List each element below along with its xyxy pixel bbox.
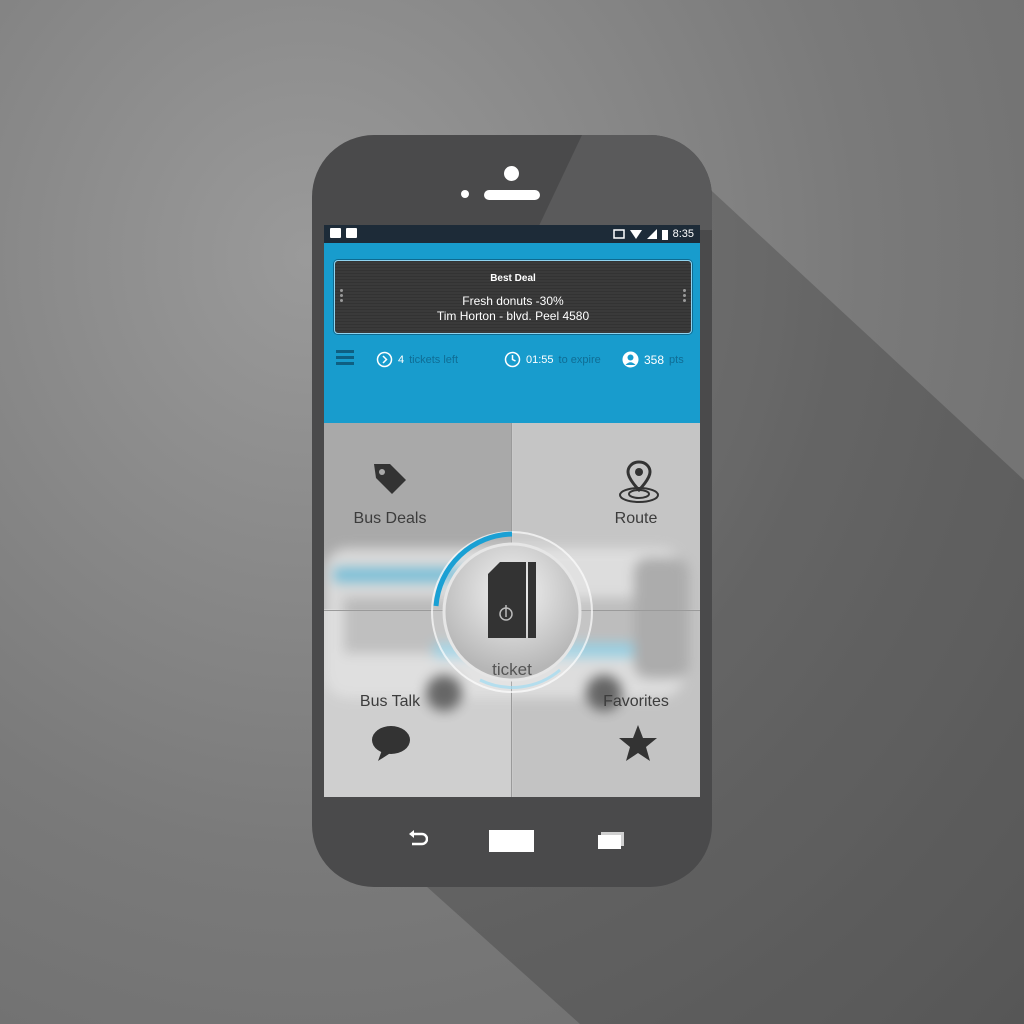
gmail-notification-icon [330,228,341,238]
bus-deals-label: Bus Deals [353,510,427,527]
deal-title: Best Deal [490,273,536,284]
home-button[interactable] [489,830,534,852]
menu-grid: Bus Deals Route Bus Talk Favorites ticke… [324,423,700,797]
tickets-count: 4 [398,353,405,366]
signal-icon [646,229,657,239]
tickets-left-stat: 4 tickets left [376,351,458,368]
back-icon[interactable] [406,827,428,849]
earpiece-speaker [484,190,540,200]
phone-body: 8:35 Best Deal Fresh donuts -30% Tim Hor… [312,135,712,887]
map-pin-icon [619,460,659,503]
clock-icon [504,351,521,368]
cast-icon [612,229,625,239]
points-value: 358 [644,352,665,367]
ticket-label: ticket [492,660,532,679]
expire-label: to expire [558,353,601,366]
proximity-sensor [461,190,469,198]
star-icon[interactable] [618,724,658,762]
front-camera [504,166,519,181]
battery-icon [661,229,668,240]
points-stat: 358 pts [622,351,684,368]
favorites-label: Favorites [603,693,669,710]
hamburger-icon[interactable] [336,350,354,366]
contact-notification-icon [346,228,357,238]
phone-screen: 8:35 Best Deal Fresh donuts -30% Tim Hor… [324,225,700,797]
app-header: Best Deal Fresh donuts -30% Tim Horton -… [324,243,700,423]
tag-icon [374,464,406,494]
chat-bubble-icon [372,726,410,761]
banner-next-handle[interactable] [683,289,686,302]
deal-location: Tim Horton - blvd. Peel 4580 [436,309,590,323]
wifi-icon [629,230,642,239]
hardware-nav-bar [312,797,712,887]
ticket-icon [488,562,536,638]
ticket-button[interactable]: ticket [430,530,594,694]
clock: 8:35 [672,228,694,240]
recent-apps-icon[interactable] [598,832,624,850]
expire-timer-stat: 01:55 to expire [504,351,601,368]
best-deal-banner[interactable]: Best Deal Fresh donuts -30% Tim Horton -… [334,260,692,334]
route-label: Route [614,510,658,527]
user-icon [622,351,639,368]
tickets-label: tickets left [409,353,459,366]
status-bar: 8:35 [324,225,700,243]
bus-talk-label: Bus Talk [359,693,421,710]
chevron-circle-icon [376,351,393,368]
expire-time: 01:55 [526,353,554,366]
deal-description: Fresh donuts -30% [462,294,564,308]
points-label: pts [669,353,684,366]
